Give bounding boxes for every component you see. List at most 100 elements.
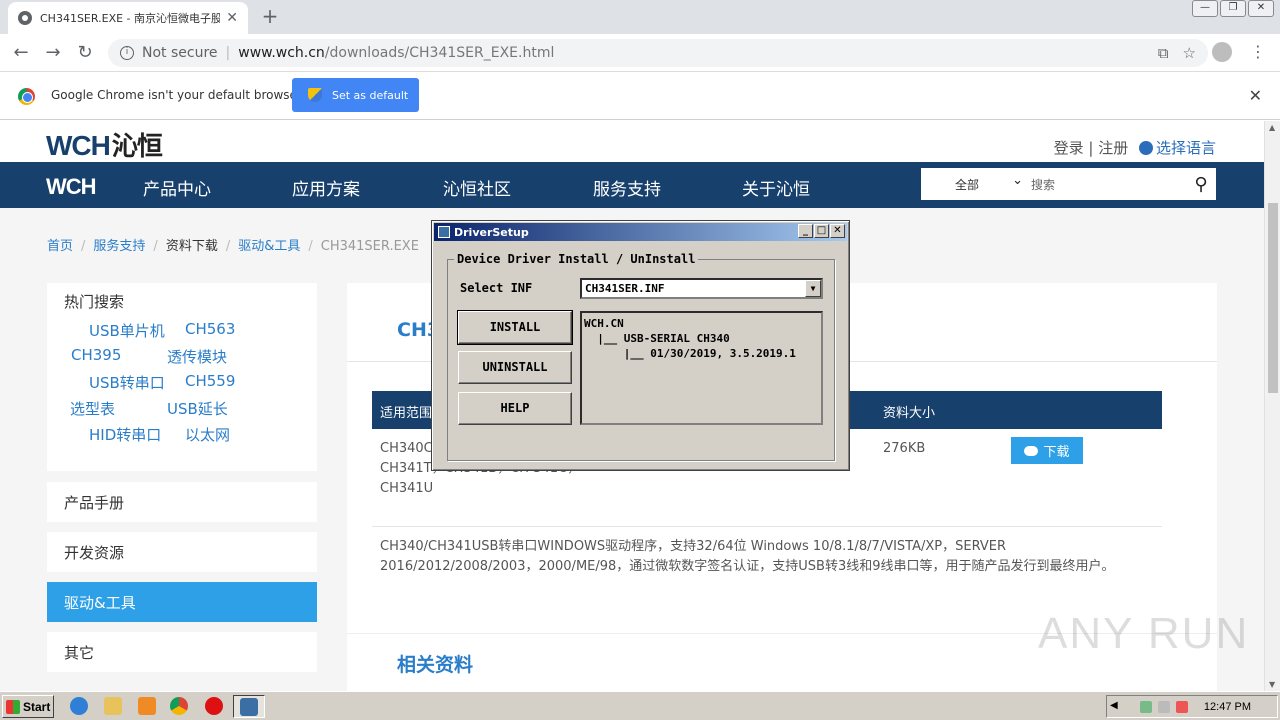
- install-button[interactable]: INSTALL: [457, 310, 573, 345]
- breadcrumb-support[interactable]: 服务支持: [93, 239, 145, 254]
- site-search: 全部 ⌄ 搜索 ⚲: [921, 168, 1216, 200]
- browser-tab[interactable]: CH341SER.EXE - 南京沁恒微电子股份 ✕: [8, 2, 248, 34]
- url-path[interactable]: /downloads/CH341SER_EXE.html: [325, 45, 555, 61]
- breadcrumb: 首页 / 服务支持 / 资料下载 / 驱动&工具 / CH341SER.EXE: [47, 235, 419, 254]
- hot-tags-row: HID转串口 以太网: [64, 424, 300, 450]
- search-icon[interactable]: ⚲: [1186, 174, 1216, 195]
- forward-icon[interactable]: →: [42, 42, 64, 64]
- register-link[interactable]: 注册: [1098, 139, 1128, 157]
- info-icon[interactable]: i: [120, 46, 134, 60]
- address-bar[interactable]: i Not secure | www.wch.cn/downloads/CH34…: [108, 39, 1208, 67]
- nav-item-support[interactable]: 服务支持: [593, 175, 661, 200]
- header-links: 登录 | 注册 选择语言: [1054, 137, 1216, 158]
- scroll-down-icon[interactable]: ▼: [1269, 680, 1275, 689]
- breadcrumb-separator: /: [81, 239, 86, 254]
- breadcrumb-separator: /: [308, 239, 313, 254]
- hot-tag[interactable]: CH395: [71, 346, 121, 364]
- language-link[interactable]: 选择语言: [1156, 139, 1216, 157]
- nav-item-community[interactable]: 沁恒社区: [443, 175, 511, 200]
- media-player-icon[interactable]: [138, 697, 156, 715]
- search-input[interactable]: 搜索: [1031, 176, 1186, 193]
- hot-tags-row: 选型表 USB延长: [64, 398, 300, 424]
- breadcrumb-separator: /: [225, 239, 231, 254]
- breadcrumb-current: CH341SER.EXE: [320, 239, 419, 254]
- driversetup-taskbar-button[interactable]: [233, 695, 265, 718]
- breadcrumb-drivers[interactable]: 驱动&工具: [238, 239, 300, 254]
- folder-icon[interactable]: [104, 697, 122, 715]
- search-scope-select[interactable]: 全部 ⌄: [921, 172, 1031, 193]
- url-host[interactable]: www.wch.cn: [238, 45, 325, 61]
- start-label: Start: [23, 699, 51, 714]
- driver-setup-dialog: DriverSetup _ □ ✕ Device Driver Install …: [431, 220, 850, 471]
- logo-cn: 沁恒: [111, 131, 163, 161]
- hot-tag[interactable]: USB延长: [167, 398, 228, 419]
- dialog-close-button[interactable]: ✕: [830, 224, 845, 238]
- site-logo[interactable]: WCH沁恒: [46, 126, 163, 163]
- clock[interactable]: 12:47 PM: [1204, 701, 1251, 713]
- breadcrumb-downloads[interactable]: 资料下载: [166, 239, 218, 254]
- sidebar-item-other[interactable]: 其它: [47, 632, 317, 672]
- main-nav: WCH 产品中心 应用方案 沁恒社区 服务支持 关于沁恒 全部 ⌄ 搜索 ⚲: [0, 162, 1264, 208]
- page-scrollbar[interactable]: ▲ ▼: [1264, 121, 1280, 691]
- scrollbar-thumb[interactable]: [1268, 203, 1278, 393]
- maximize-button[interactable]: ❐: [1220, 0, 1246, 17]
- dialog-titlebar[interactable]: DriverSetup _ □ ✕: [434, 223, 847, 241]
- internet-explorer-icon[interactable]: [70, 697, 88, 715]
- related-title: 相关资料: [397, 654, 474, 676]
- opera-icon[interactable]: [205, 697, 223, 715]
- back-icon[interactable]: ←: [10, 42, 32, 64]
- hot-tag[interactable]: USB转串口: [89, 372, 165, 393]
- bookmark-star-icon[interactable]: ☆: [1183, 44, 1196, 62]
- scroll-up-icon[interactable]: ▲: [1269, 123, 1275, 132]
- infobar-close-icon[interactable]: ✕: [1249, 86, 1262, 105]
- hot-tag[interactable]: HID转串口: [89, 424, 161, 445]
- minimize-button[interactable]: —: [1192, 0, 1218, 17]
- dialog-minimize-button[interactable]: _: [798, 224, 813, 238]
- dialog-controls: _ □ ✕: [798, 224, 845, 238]
- nav-item-about[interactable]: 关于沁恒: [742, 175, 810, 200]
- breadcrumb-home[interactable]: 首页: [47, 239, 73, 254]
- tab-close-icon[interactable]: ✕: [226, 10, 238, 26]
- menu-kebab-icon[interactable]: ⋮: [1250, 42, 1266, 62]
- dialog-maximize-button[interactable]: □: [814, 224, 829, 238]
- sidebar-item-drivers-tools[interactable]: 驱动&工具: [47, 582, 317, 622]
- action-center-flag-icon[interactable]: [1175, 700, 1188, 713]
- hot-tag[interactable]: 选型表: [70, 398, 115, 419]
- hot-tag[interactable]: USB单片机: [89, 320, 165, 341]
- chrome-taskbar-icon[interactable]: [170, 697, 188, 715]
- profile-avatar-icon[interactable]: [1212, 42, 1232, 62]
- login-link[interactable]: 登录: [1054, 139, 1084, 157]
- reload-icon[interactable]: ↻: [74, 42, 96, 64]
- chrome-logo-icon: [18, 88, 35, 105]
- inf-select[interactable]: CH341SER.INF ▼: [580, 278, 823, 299]
- hot-tag[interactable]: 以太网: [185, 424, 230, 445]
- translate-icon[interactable]: ⧉: [1158, 44, 1169, 62]
- network-icon[interactable]: [1139, 700, 1152, 713]
- hot-tag[interactable]: 透传模块: [167, 346, 227, 367]
- default-browser-infobar: Google Chrome isn't your default browser…: [0, 72, 1280, 120]
- app-icon: [438, 226, 450, 238]
- sidebar-item-manuals[interactable]: 产品手册: [47, 482, 317, 522]
- hot-tag[interactable]: CH563: [185, 320, 235, 338]
- new-tab-button[interactable]: +: [258, 4, 282, 28]
- close-window-button[interactable]: ✕: [1248, 0, 1274, 17]
- nav-item-solutions[interactable]: 应用方案: [292, 175, 360, 200]
- chevron-down-icon[interactable]: ▼: [805, 280, 821, 297]
- nav-item-products[interactable]: 产品中心: [143, 175, 211, 200]
- driver-info-tree: WCH.CN |__ USB-SERIAL CH340 |__ 01/30/20…: [580, 311, 823, 425]
- uninstall-button[interactable]: UNINSTALL: [458, 351, 572, 384]
- security-status[interactable]: Not secure: [142, 45, 218, 61]
- groupbox-label: Device Driver Install / UnInstall: [454, 252, 699, 266]
- nav-logo[interactable]: WCH: [46, 174, 97, 200]
- start-button[interactable]: Start: [2, 695, 54, 718]
- download-button[interactable]: 下载: [1011, 437, 1083, 464]
- set-as-default-button[interactable]: Set as default: [292, 78, 419, 112]
- sidebar-item-dev-resources[interactable]: 开发资源: [47, 532, 317, 572]
- driversetup-app-icon: [240, 698, 258, 716]
- help-button[interactable]: HELP: [458, 392, 572, 425]
- hot-tag[interactable]: CH559: [185, 372, 235, 390]
- volume-icon[interactable]: [1157, 700, 1170, 713]
- size-cell: 276KB: [883, 441, 926, 456]
- chevron-down-icon: ⌄: [1012, 172, 1023, 188]
- omnibox-actions: ⧉ ☆: [1158, 39, 1196, 67]
